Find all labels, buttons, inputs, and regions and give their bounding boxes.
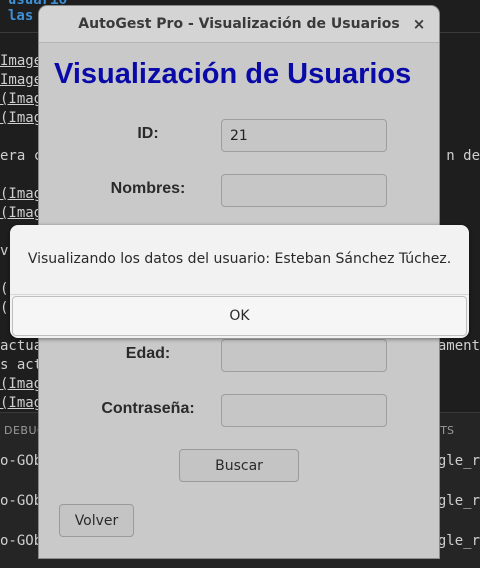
title-bar[interactable]: AutoGest Pro - Visualización de Usuarios… <box>39 6 439 43</box>
dialog-divider <box>10 294 469 295</box>
bg-text: s act <box>0 357 43 373</box>
page-title: Visualización de Usuarios <box>54 58 412 90</box>
bg-text: (Imag <box>0 205 43 221</box>
nombres-field[interactable] <box>221 174 387 207</box>
bg-text: (Imag <box>0 376 43 392</box>
contrasena-label: Contraseña: <box>101 400 195 417</box>
bg-text: ament <box>437 338 480 354</box>
bg-text: ( <box>0 300 9 316</box>
id-field[interactable] <box>221 119 387 152</box>
bg-text: (Imag <box>0 91 43 107</box>
bg-text: n de <box>446 148 480 164</box>
bg-text: las <box>8 8 34 24</box>
bg-text: Image <box>0 53 43 69</box>
password-field[interactable] <box>221 394 387 427</box>
bg-text: actua <box>0 338 43 354</box>
window-title: AutoGest Pro - Visualización de Usuarios <box>78 16 400 32</box>
nombres-label: Nombres: <box>110 180 186 197</box>
ok-button[interactable]: OK <box>12 296 467 336</box>
back-button[interactable]: Volver <box>59 504 134 537</box>
id-label: ID: <box>137 125 159 142</box>
bg-text: (Imag <box>0 395 43 411</box>
bg-text: era c <box>0 148 43 164</box>
edad-field[interactable] <box>221 339 387 372</box>
close-icon[interactable]: × <box>409 14 429 34</box>
bg-text: Image <box>0 72 43 88</box>
edad-label: Edad: <box>125 345 171 362</box>
message-dialog: Visualizando los datos del usuario: Este… <box>10 225 469 338</box>
dialog-message: Visualizando los datos del usuario: Este… <box>27 251 452 267</box>
bg-text: ( <box>0 281 9 297</box>
bg-text: (Imag <box>0 186 43 202</box>
search-button[interactable]: Buscar <box>179 449 299 482</box>
bg-text: (Imag <box>0 110 43 126</box>
bg-text: v <box>0 243 9 259</box>
